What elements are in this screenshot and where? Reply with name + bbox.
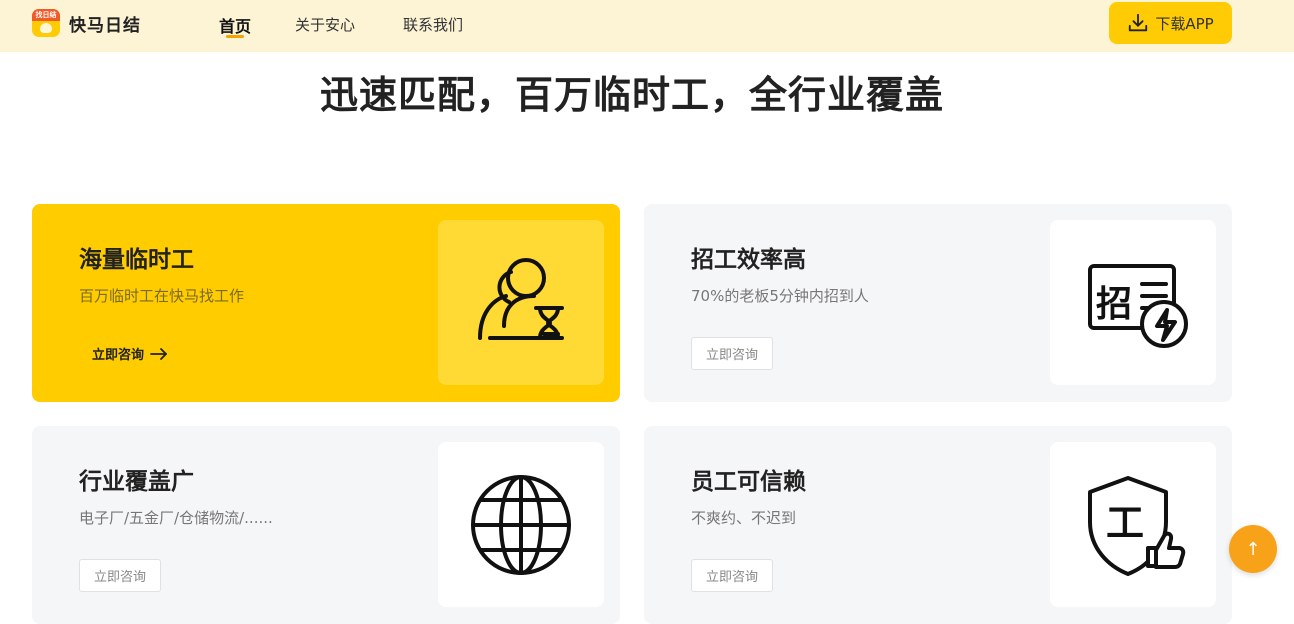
shield-thumbsup-icon: 工 bbox=[1088, 475, 1186, 576]
app-logo[interactable]: 找日结 bbox=[32, 9, 60, 37]
worker-hourglass-icon bbox=[478, 257, 564, 340]
logo-face-icon bbox=[40, 23, 52, 33]
nav-about[interactable]: 关于安心 bbox=[295, 14, 355, 35]
card-desc: 电子厂/五金厂/仓储物流/...... bbox=[79, 509, 273, 527]
nav-home[interactable]: 首页 bbox=[219, 13, 251, 37]
top-header: 找日结 快马日结 首页 关于安心 联系我们 下载APP bbox=[0, 0, 1294, 52]
hero-title: 迅速匹配，百万临时工，全行业覆盖 bbox=[319, 73, 944, 117]
logo-text: 找日结 bbox=[32, 9, 60, 21]
feature-card-industry: 行业覆盖广 电子厂/五金厂/仓储物流/...... 立即咨询 bbox=[32, 426, 620, 624]
consult-button[interactable]: 立即咨询 bbox=[691, 337, 773, 370]
scroll-to-top-button[interactable]: ↑ bbox=[1229, 525, 1277, 573]
globe-icon bbox=[471, 474, 571, 575]
card-desc: 70%的老板5分钟内招到人 bbox=[691, 287, 869, 305]
card-title: 行业覆盖广 bbox=[79, 469, 194, 495]
consult-button[interactable]: 立即咨询 bbox=[691, 559, 773, 592]
consult-link[interactable]: 立即咨询 bbox=[92, 344, 168, 363]
card-title: 招工效率高 bbox=[691, 247, 806, 273]
feature-card-workers: 海量临时工 百万临时工在快马找工作 立即咨询 bbox=[32, 204, 620, 402]
card-icon-box: 工 bbox=[1050, 442, 1216, 607]
consult-label: 立即咨询 bbox=[92, 348, 145, 363]
card-desc: 百万临时工在快马找工作 bbox=[79, 287, 245, 305]
consult-button[interactable]: 立即咨询 bbox=[79, 559, 161, 592]
recruit-icon-text: 招 bbox=[1096, 284, 1132, 325]
download-icon bbox=[1129, 13, 1148, 32]
card-icon-box bbox=[438, 220, 604, 385]
card-icon-box bbox=[438, 442, 604, 607]
download-app-button[interactable]: 下载APP bbox=[1109, 2, 1232, 44]
arrow-right-icon bbox=[150, 347, 167, 360]
feature-card-efficiency: 招工效率高 70%的老板5分钟内招到人 立即咨询 招 bbox=[644, 204, 1232, 402]
card-title: 员工可信赖 bbox=[691, 469, 806, 495]
card-icon-box: 招 bbox=[1050, 220, 1216, 385]
card-title: 海量临时工 bbox=[79, 247, 194, 273]
download-label: 下载APP bbox=[1155, 14, 1214, 33]
recruit-lightning-icon: 招 bbox=[1088, 263, 1188, 348]
shield-icon-text: 工 bbox=[1106, 501, 1144, 545]
nav-active-indicator bbox=[226, 35, 244, 38]
feature-card-reliable: 员工可信赖 不爽约、不迟到 立即咨询 工 bbox=[644, 426, 1232, 624]
brand-name[interactable]: 快马日结 bbox=[69, 11, 141, 36]
card-desc: 不爽约、不迟到 bbox=[691, 509, 797, 527]
nav-contact[interactable]: 联系我们 bbox=[403, 14, 463, 35]
